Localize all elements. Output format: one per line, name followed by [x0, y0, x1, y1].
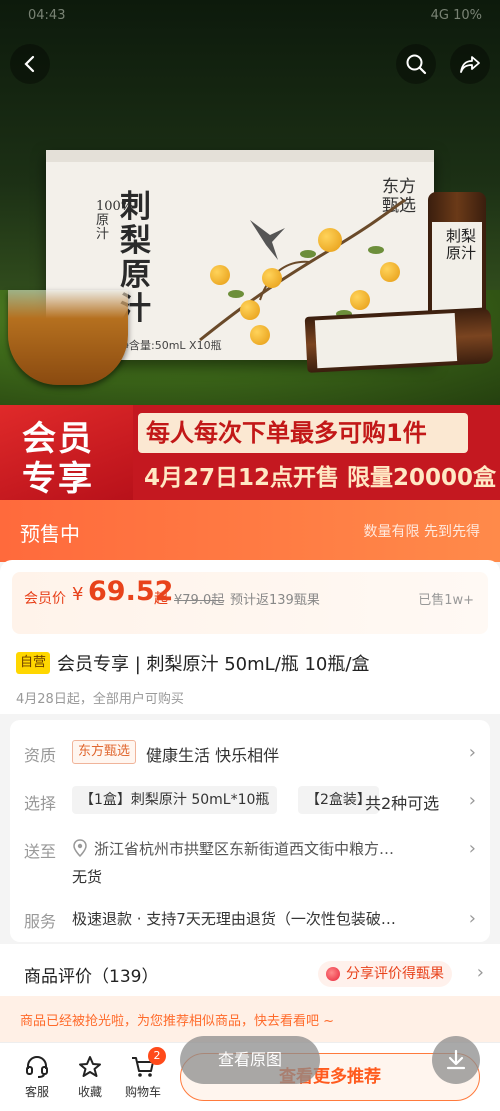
chevron-right-icon: › [468, 742, 476, 763]
status-bar: 04:43 4G 10% [28, 6, 482, 28]
star-icon [79, 1056, 101, 1077]
bottle-label: 刺梨原汁 [432, 222, 482, 312]
fruit [380, 262, 400, 282]
product-page: 04:43 4G 10% 100% 原汁 刺梨原汁 东方甄选 净含量:50mL … [0, 0, 500, 1111]
cart-count-badge: 2 [148, 1047, 166, 1065]
share-review-button[interactable]: 分享评价得甄果 [318, 961, 452, 987]
member-price-label: 会员价 [24, 591, 66, 607]
original-price: ¥79.0起 [174, 593, 225, 608]
stock-status: 无货 [72, 868, 103, 886]
chevron-right-icon: › [468, 908, 476, 929]
product-box-top [46, 150, 434, 162]
service-label: 服务 [24, 912, 57, 931]
status-indicators: 4G 10% [430, 8, 482, 23]
sold-count: 已售1w+ [418, 593, 474, 608]
fruit [262, 268, 282, 288]
back-button[interactable] [10, 44, 50, 84]
self-operated-badge: 自营 [16, 652, 51, 674]
rebate-text: 预计返139甄果 [230, 593, 320, 608]
info-panel: 资质 东方甄选 健康生活 快乐相伴 › 选择 【1盒】刺梨原汁 50mL*10瓶… [10, 720, 490, 942]
bottle-label-panel [314, 313, 458, 369]
delivery-address: 浙江省杭州市拱墅区东新街道西文街中粮方… [94, 840, 395, 858]
share-review-label: 分享评价得甄果 [346, 966, 444, 982]
headset-icon [26, 1055, 48, 1078]
price-currency: ¥ [72, 584, 84, 605]
product-hero-image[interactable]: 04:43 4G 10% 100% 原汁 刺梨原汁 东方甄选 净含量:50mL … [0, 0, 500, 405]
search-icon [406, 54, 427, 75]
price-box: 会员价 ¥ 69.52 起 ¥79.0起 预计返139甄果 已售1w+ [12, 572, 488, 634]
fruit-icon [326, 967, 340, 981]
fruit [210, 265, 230, 285]
leaf [300, 250, 316, 258]
info-card: 资质 东方甄选 健康生活 快乐相伴 › 选择 【1盒】刺梨原汁 50mL*10瓶… [0, 714, 500, 944]
member-badge-line2: 专享 [22, 459, 94, 499]
cart-tab[interactable]: 购物车 2 [118, 1047, 168, 1100]
share-button[interactable] [450, 44, 490, 84]
member-banner: 会员 专享 每人每次下单最多可购1件 4月27日12点开售 限量20000盒 [0, 405, 500, 500]
price-card: 会员价 ¥ 69.52 起 ¥79.0起 预计返139甄果 已售1w+ [0, 560, 500, 640]
availability-text: 4月28日起，全部用户可购买 [16, 692, 184, 707]
presale-note: 数量有限 先到先得 [363, 524, 480, 540]
download-button[interactable] [432, 1036, 480, 1084]
fruit [240, 300, 260, 320]
title-row: 自营 会员专享 | 刺梨原汁 50mL/瓶 10瓶/盒 [0, 640, 500, 686]
option-chip-1[interactable]: 【1盒】刺梨原汁 50mL*10瓶 [72, 786, 278, 814]
product-title: 会员专享 | 刺梨原汁 50mL/瓶 10瓶/盒 [57, 654, 370, 675]
select-label: 选择 [24, 794, 57, 813]
favorite-label: 收藏 [77, 1085, 102, 1099]
reviews-title: 商品评价（139） [24, 967, 159, 987]
juice-bottle-lying [304, 307, 494, 373]
purchase-limit-text: 每人每次下单最多可购1件 [138, 413, 468, 453]
box-title: 刺梨原汁 [120, 189, 151, 327]
brand-tag: 东方甄选 [72, 740, 137, 764]
reviews-row[interactable]: 商品评价（139） 分享评价得甄果 › [0, 944, 500, 1004]
qualification-value: 健康生活 快乐相伴 [146, 746, 280, 765]
presale-title: 预售中 [20, 522, 80, 546]
juice-glass [8, 290, 128, 385]
option-summary: 共2种可选 [365, 794, 440, 813]
fruit [250, 325, 270, 345]
leaf [228, 290, 244, 298]
customer-service-tab[interactable]: 客服 [12, 1053, 62, 1100]
share-icon [460, 56, 480, 73]
presale-bar: 预售中 数量有限 先到先得 [0, 500, 500, 562]
search-button[interactable] [396, 44, 436, 84]
member-badge: 会员 专享 [0, 405, 133, 500]
cart-label: 购物车 [124, 1085, 161, 1099]
qualification-label: 资质 [24, 746, 57, 765]
chevron-right-icon: › [476, 962, 484, 983]
sold-out-text: 商品已经被抢光啦，为您推荐相似商品，快去看看吧 ~ [20, 1014, 335, 1029]
leaf [368, 246, 384, 254]
availability-row: 4月28日起，全部用户可购买 [0, 684, 500, 714]
chevron-left-icon [24, 55, 35, 73]
download-icon [446, 1049, 466, 1070]
sale-time-text: 4月27日12点开售 限量20000盒 [144, 465, 497, 491]
box-tag: 100% 原汁 [96, 199, 134, 242]
customer-service-label: 客服 [24, 1085, 49, 1099]
price-suffix: 起 [154, 591, 168, 607]
status-time: 04:43 [28, 8, 66, 23]
view-original-image-button[interactable]: 查看原图 [180, 1036, 320, 1084]
chevron-right-icon: › [468, 790, 476, 811]
location-pin-icon [73, 839, 87, 857]
delivery-label: 送至 [24, 842, 57, 861]
fruit [350, 290, 370, 310]
favorite-tab[interactable]: 收藏 [65, 1053, 115, 1100]
fruit [318, 228, 342, 252]
chevron-right-icon: › [468, 838, 476, 859]
service-value: 极速退款 · 支持7天无理由退货（一次性包装破… [72, 910, 396, 928]
